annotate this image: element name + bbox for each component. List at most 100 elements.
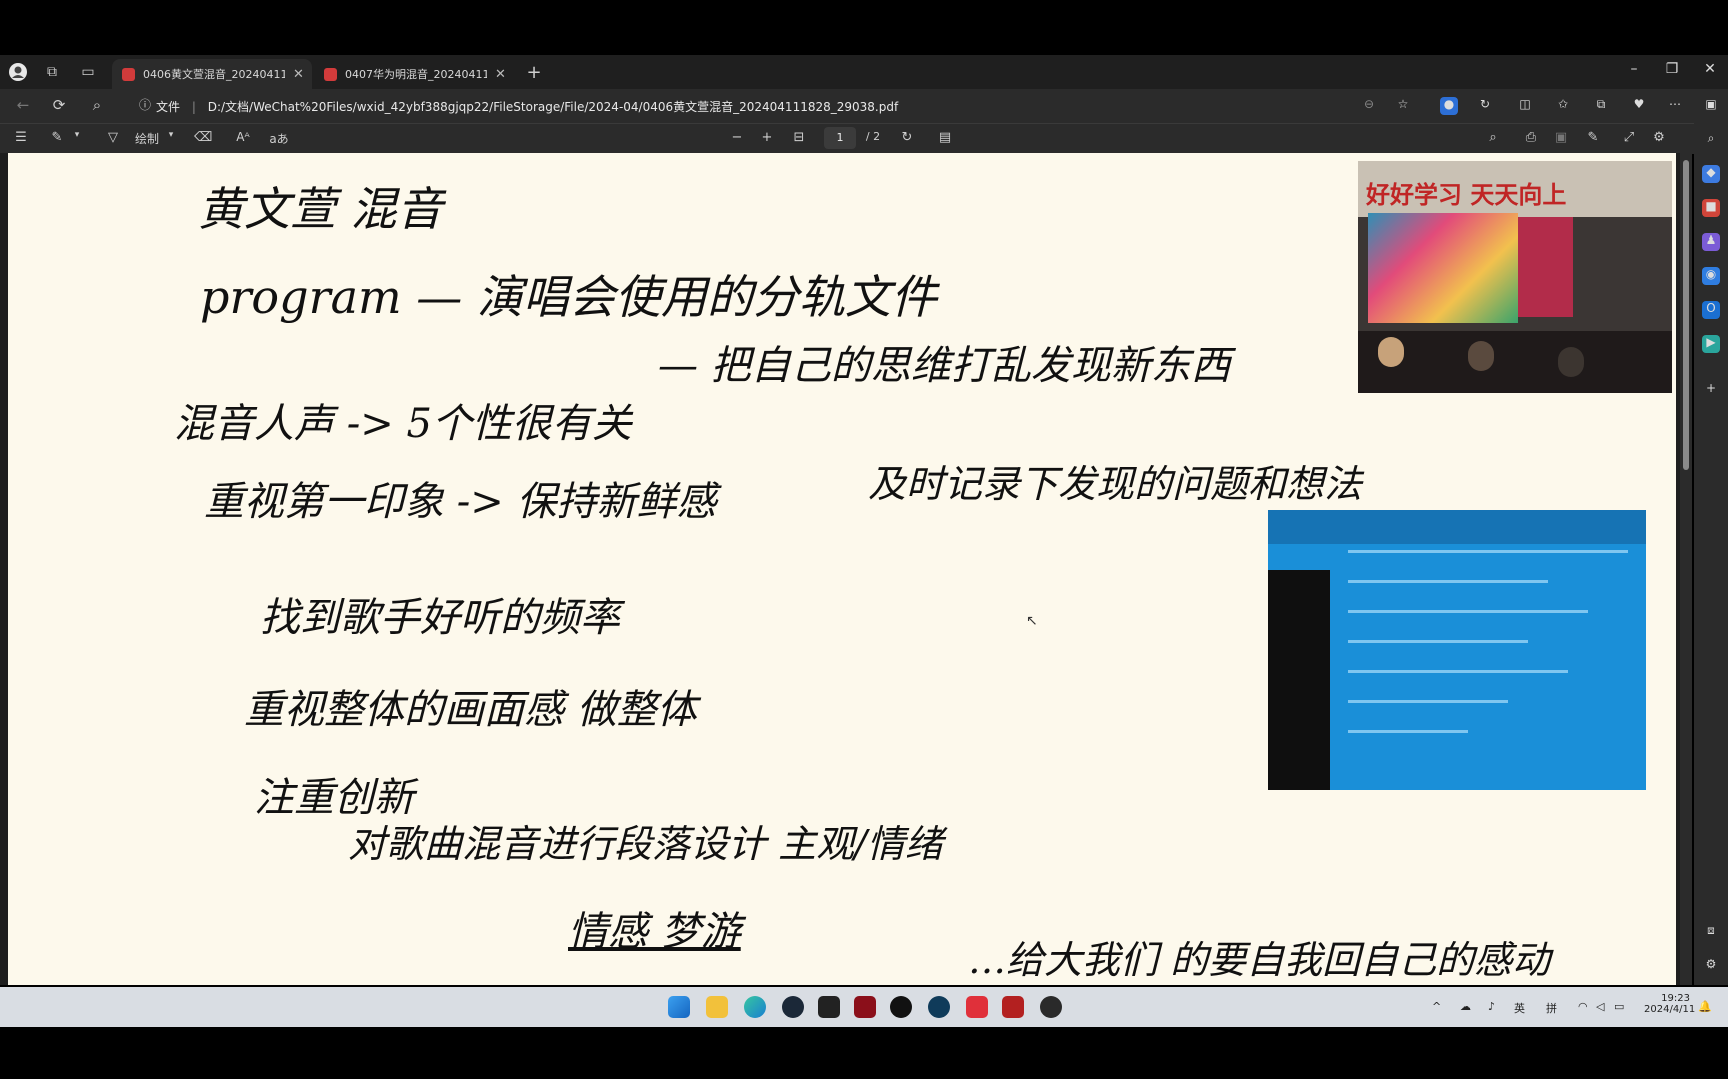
tab-label: 0406黄文萱混音_202404111828 [143,68,285,81]
search-icon[interactable]: ⌕ [1702,131,1720,149]
netease-music-icon[interactable] [966,996,988,1018]
address-bar: ← ⟳ ⌕ ⓘ 文件 | D:/文档/WeChat%20Files/wxid_4… [0,89,1728,123]
text-icon[interactable]: Aᴬ [232,130,254,148]
screenshot-icon[interactable]: ⧈ [1702,923,1720,941]
chevron-down-icon[interactable]: ▾ [72,130,82,148]
close-window-button[interactable]: ✕ [1690,61,1728,83]
new-tab-button[interactable]: + [524,62,544,83]
clock-time: 19:23 [1661,993,1690,1004]
note-line-6: 及时记录下发现的问题和想法 [868,462,1363,506]
page-view-icon[interactable]: ▤ [936,130,954,148]
sidebar-toggle-icon[interactable]: ▣ [1702,97,1720,115]
url-field[interactable]: 文件 | D:/文档/WeChat%20Files/wxid_42ybf388g… [140,98,898,115]
tab-actions-icon[interactable]: ▭ [78,62,98,82]
app-icon[interactable] [1040,996,1062,1018]
volume-icon[interactable]: ◁ [1596,1000,1604,1013]
workspaces-icon[interactable]: ⧉ [42,62,62,82]
edge-icon[interactable] [744,996,766,1018]
tab-label: 0407华为明混音_202404111826 [345,68,487,81]
settings-icon[interactable]: ⚙ [1702,957,1720,975]
zoom-in-icon[interactable]: + [758,130,776,148]
fullscreen-icon[interactable]: ⤢ [1620,130,1638,148]
edge-sidebar: ⌕ ◆ ■ ♟ ◉ O ▶ + ⧈ ⚙ [1694,123,1728,985]
draw-label[interactable]: 绘制 [130,130,164,148]
rotate-icon[interactable]: ↻ [898,130,916,148]
tab-close-icon[interactable]: ✕ [495,67,506,82]
split-screen-icon[interactable]: ◫ [1516,97,1534,115]
note-line-10: 对歌曲混音进行段落设计 主观/情绪 [348,822,943,866]
save-as-icon[interactable]: ✎ [1584,130,1602,148]
slide-panel [1518,217,1573,317]
tools-icon[interactable]: ■ [1702,199,1720,217]
clock[interactable]: 19:23 2024/4/11 [1644,993,1696,1015]
refresh-icon[interactable]: ⟳ [48,96,70,116]
zoom-out-icon[interactable]: − [728,130,746,148]
chevron-down-icon[interactable]: ▾ [166,130,176,148]
maximize-button[interactable]: ❐ [1652,61,1692,83]
favorite-star-icon[interactable]: ☆ [1394,97,1412,115]
minimize-button[interactable]: – [1614,61,1654,83]
tab-inactive[interactable]: 0407华为明混音_202404111826 ✕ [314,59,514,89]
projector-screen [1368,213,1518,323]
tab-strip: ⧉ ▭ 0406黄文萱混音_202404111828 ✕ 0407华为明混音_2… [0,55,1728,89]
favorites-icon[interactable]: ✩ [1554,97,1572,115]
settings-icon[interactable]: ⚙ [1650,130,1668,148]
steam-icon[interactable] [782,996,804,1018]
save-icon[interactable]: ▣ [1552,130,1570,148]
tab-active[interactable]: 0406黄文萱混音_202404111828 ✕ [112,59,312,89]
file-label: 文件 [156,100,181,114]
microsoft365-icon[interactable]: ◉ [1702,267,1720,285]
drop-icon[interactable]: ▶ [1702,335,1720,353]
pdf-icon [122,67,135,81]
file-explorer-icon[interactable] [706,996,728,1018]
profile-icon[interactable] [8,62,28,82]
note-line-12: …给大我们 的要自我回自己的感动 [968,938,1551,982]
audience [1358,331,1672,393]
extension-icon[interactable]: ● [1440,97,1458,115]
pdf-toolbar: ☰ ✎ ▾ ▽ 绘制 ▾ ⌫ Aᴬ aあ − + ⊟ 1 / 2 ↻ ▤ ⌕ ⎙… [0,123,1728,154]
back-icon[interactable]: ← [12,96,34,116]
app-icon[interactable] [818,996,840,1018]
app-icon[interactable] [1002,996,1024,1018]
copilot-icon[interactable]: ◆ [1702,165,1720,183]
tray-chevron-icon[interactable]: ^ [1432,1000,1441,1013]
note-line-2: program — 演唱会使用的分轨文件 [200,270,937,324]
cloud-icon[interactable]: ☁ [1460,1000,1471,1013]
browser-essentials-icon[interactable]: ♥ [1630,97,1648,115]
note-line-4: 混音人声 -> 5个性很有关 [174,401,632,447]
add-icon[interactable]: + [1702,381,1720,399]
search-icon[interactable]: ⌕ [86,96,108,116]
read-aloud-icon[interactable]: aあ [268,130,290,148]
print-icon[interactable]: ⎙ [1522,130,1540,148]
fit-page-icon[interactable]: ⊟ [790,130,808,148]
collections-icon[interactable]: ⧉ [1592,97,1610,115]
start-icon[interactable] [668,996,690,1018]
classroom-photo: 好好学习 天天向上 [1358,161,1672,393]
app-icon[interactable] [854,996,876,1018]
url-text: D:/文档/WeChat%20Files/wxid_42ybf388gjqp22… [207,100,899,114]
draw-icon[interactable]: ▽ [104,130,122,148]
eraser-icon[interactable]: ⌫ [194,130,212,148]
scrollbar-thumb[interactable] [1683,160,1689,470]
ime-lang[interactable]: 英 [1514,1000,1525,1016]
zoom-out-icon[interactable]: ⊖ [1360,97,1378,115]
games-icon[interactable]: ♟ [1702,233,1720,251]
note-line-3: — 把自己的思维打乱发现新东西 [658,343,1231,389]
app-icon[interactable] [928,996,950,1018]
page-number-input[interactable]: 1 [824,127,856,149]
mic-icon[interactable]: ♪ [1488,1000,1495,1013]
highlight-icon[interactable]: ✎ [48,130,66,148]
more-icon[interactable]: ⋯ [1666,97,1684,115]
sync-icon[interactable]: ↻ [1476,97,1494,115]
notification-bell-icon[interactable]: 🔔 [1698,1000,1712,1013]
battery-icon[interactable]: ▭ [1614,1000,1624,1013]
app-icon[interactable] [890,996,912,1018]
search-icon[interactable]: ⌕ [1484,130,1502,148]
outlook-icon[interactable]: O [1702,301,1720,319]
tab-close-icon[interactable]: ✕ [293,67,304,82]
wifi-icon[interactable]: ◠ [1578,1000,1588,1013]
note-line-1: 黄文萱 混音 [198,182,443,236]
contents-icon[interactable]: ☰ [12,130,30,148]
clock-date: 2024/4/11 [1644,1004,1696,1015]
ime-mode[interactable]: 拼 [1546,1000,1557,1016]
